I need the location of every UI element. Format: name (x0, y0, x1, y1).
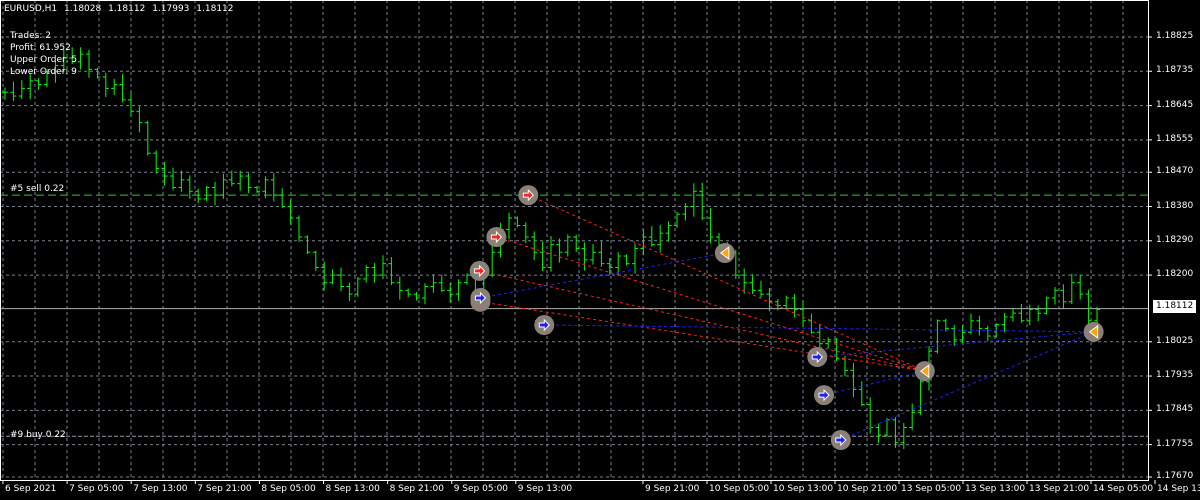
time-tick-label: 13 Sep 13:00 (965, 484, 1026, 494)
price-chart[interactable] (0, 0, 1200, 500)
trade-link-line (528, 194, 926, 372)
time-tick-label: 9 Sep 21:00 (645, 484, 700, 494)
high-value: 1.18112 (108, 4, 146, 14)
time-tick-label: 9 Sep 13:00 (517, 484, 573, 494)
time-tick-label: 8 Sep 21:00 (389, 484, 444, 494)
trade-link-line (823, 370, 925, 396)
time-tick-label: 10 Sep 13:00 (773, 484, 834, 494)
price-tick-label: 1.18645 (1156, 99, 1194, 110)
profit-value: Profit: 61.952 (10, 43, 71, 53)
time-tick-label: 7 Sep 13:00 (133, 484, 188, 494)
price-tick-label: 1.18825 (1156, 31, 1194, 41)
symbol-label: EURUSD,H1 (4, 4, 58, 14)
lower-order: Lower Order: 9 (10, 67, 77, 77)
time-tick-label: 10 Sep 05:00 (709, 484, 770, 494)
time-tick-label: 13 Sep 05:00 (901, 484, 962, 494)
open-value: 1.18028 (64, 4, 102, 14)
price-tick-label: 1.18735 (1156, 65, 1194, 76)
price-tick-label: 1.18200 (1156, 269, 1194, 280)
price-tick-label: 1.17670 (1156, 470, 1194, 481)
sell-order-label: #5 sell 0.22 (10, 184, 65, 194)
close-value: 1.18112 (196, 4, 234, 14)
time-tick-label: 9 Sep 05:00 (453, 484, 509, 494)
price-tick-label: 1.18380 (1156, 200, 1194, 211)
chart-border (0, 0, 1149, 481)
price-tick-label: 1.18470 (1156, 166, 1194, 177)
price-tick-label: 1.17935 (1156, 370, 1194, 381)
low-value: 1.17993 (152, 4, 190, 14)
price-tick-label: 1.17845 (1156, 404, 1194, 415)
trade-link-line (496, 236, 925, 372)
upper-order: Upper Order: 5 (10, 55, 78, 65)
time-tick-label: 7 Sep 21:00 (197, 484, 252, 494)
time-tick-label: 8 Sep 05:00 (261, 484, 316, 494)
price-tick-label: 1.18290 (1156, 234, 1194, 245)
time-tick-label: 14 Sep 05:00 (1093, 484, 1154, 494)
time-tick-label: 14 Sep 13:00 (1157, 484, 1200, 494)
trades-count: Trades: 2 (10, 31, 51, 41)
price-tick-label: 1.18555 (1156, 133, 1194, 144)
time-tick-label: 6 Sep 2021 (5, 484, 57, 494)
current-price-label: 1.18112 (1153, 300, 1197, 313)
trade-link-line (817, 331, 1094, 358)
price-tick-label: 1.18025 (1156, 335, 1194, 346)
trade-link-line (544, 324, 1094, 333)
chart-title: EURUSD,H1 1.18028 1.18112 1.17993 1.1811… (4, 4, 238, 14)
price-tick-label: 1.17755 (1156, 438, 1194, 449)
time-tick-label: 8 Sep 13:00 (325, 484, 380, 494)
time-tick-label: 7 Sep 05:00 (69, 484, 124, 494)
time-tick-label: 10 Sep 21:00 (837, 484, 898, 494)
buy-order-label: #9 buy 0.22 (10, 430, 66, 440)
time-tick-label: 13 Sep 21:00 (1029, 484, 1090, 494)
